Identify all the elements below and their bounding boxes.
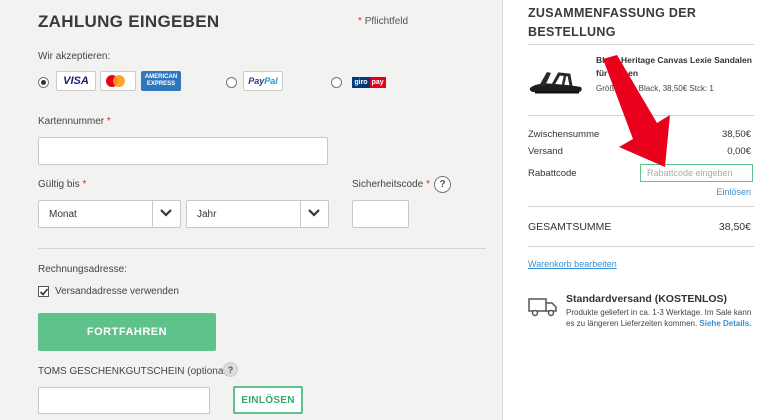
billing-label: Rechnungsadresse: bbox=[38, 264, 127, 275]
shipping-method-text: Produkte geliefert in ca. 1-3 Werktage. … bbox=[566, 308, 752, 328]
redeem-gift-card-button[interactable]: EINLÖSEN bbox=[233, 386, 303, 414]
shipping-details-link[interactable]: Siehe Details. bbox=[699, 319, 751, 328]
security-help-icon[interactable]: ? bbox=[434, 176, 451, 193]
product-sandal-image bbox=[529, 72, 582, 94]
coupon-redeem-link[interactable]: Einlösen bbox=[716, 187, 751, 197]
visa-icon: VISA bbox=[56, 71, 96, 91]
giropay-icon: giro pay bbox=[352, 76, 386, 88]
paypal-icon: PayPal bbox=[243, 71, 283, 91]
gift-card-input[interactable] bbox=[38, 387, 210, 414]
month-value: Monat bbox=[49, 209, 77, 220]
chevron-down-icon bbox=[308, 209, 320, 217]
radio-giropay[interactable] bbox=[331, 77, 342, 88]
shipping-value: 0,00€ bbox=[727, 146, 751, 157]
total-label: GESAMTSUMME bbox=[528, 221, 612, 233]
summary-divider bbox=[528, 44, 754, 45]
continue-button[interactable]: FORTFAHREN bbox=[38, 313, 216, 351]
accept-label: Wir akzeptieren: bbox=[38, 51, 111, 62]
year-select[interactable]: Jahr bbox=[186, 200, 329, 228]
card-number-label: Kartennummer * bbox=[38, 116, 111, 127]
summary-title: ZUSAMMENFASSUNG DER BESTELLUNG bbox=[528, 6, 697, 39]
checkmark-icon bbox=[39, 288, 49, 296]
amex-icon: AMERICAN EXPRESS bbox=[141, 71, 181, 91]
valid-until-label: Gültig bis * bbox=[38, 179, 87, 190]
use-shipping-label: Versandadresse verwenden bbox=[55, 286, 179, 297]
radio-cards[interactable] bbox=[38, 77, 49, 88]
coupon-label: Rabattcode bbox=[528, 168, 577, 179]
subtotal-label: Zwischensumme bbox=[528, 129, 600, 140]
subtotal-value: 38,50€ bbox=[721, 129, 751, 140]
required-note: * Pflichtfeld bbox=[358, 16, 409, 27]
mastercard-icon bbox=[100, 71, 136, 91]
section-divider bbox=[38, 248, 486, 249]
summary-divider bbox=[528, 206, 754, 207]
truck-icon bbox=[528, 298, 557, 317]
gift-card-help-icon[interactable]: ? bbox=[223, 362, 238, 377]
month-select[interactable]: Monat bbox=[38, 200, 181, 228]
total-value: 38,50€ bbox=[718, 221, 751, 233]
edit-cart-link[interactable]: Warenkorb bearbeiten bbox=[528, 259, 617, 269]
annotation-arrow-icon bbox=[603, 55, 670, 167]
chevron-down-icon bbox=[160, 209, 172, 217]
year-value: Jahr bbox=[197, 209, 217, 220]
summary-divider bbox=[528, 246, 754, 247]
payment-title: ZAHLUNG EINGEBEN bbox=[38, 12, 220, 31]
radio-paypal[interactable] bbox=[226, 77, 237, 88]
shipping-label: Versand bbox=[528, 146, 563, 157]
security-code-label: Sicherheitscode * bbox=[352, 179, 430, 190]
shipping-method-title: Standardversand (KOSTENLOS) bbox=[566, 293, 728, 305]
card-number-input[interactable] bbox=[38, 137, 328, 165]
payment-panel: ZAHLUNG EINGEBEN * Pflichtfeld Wir akzep… bbox=[0, 0, 502, 420]
gift-card-label: TOMS GESCHENKGUTSCHEIN (optional): bbox=[38, 366, 232, 377]
use-shipping-checkbox[interactable] bbox=[38, 286, 49, 297]
security-code-input[interactable] bbox=[352, 200, 409, 228]
